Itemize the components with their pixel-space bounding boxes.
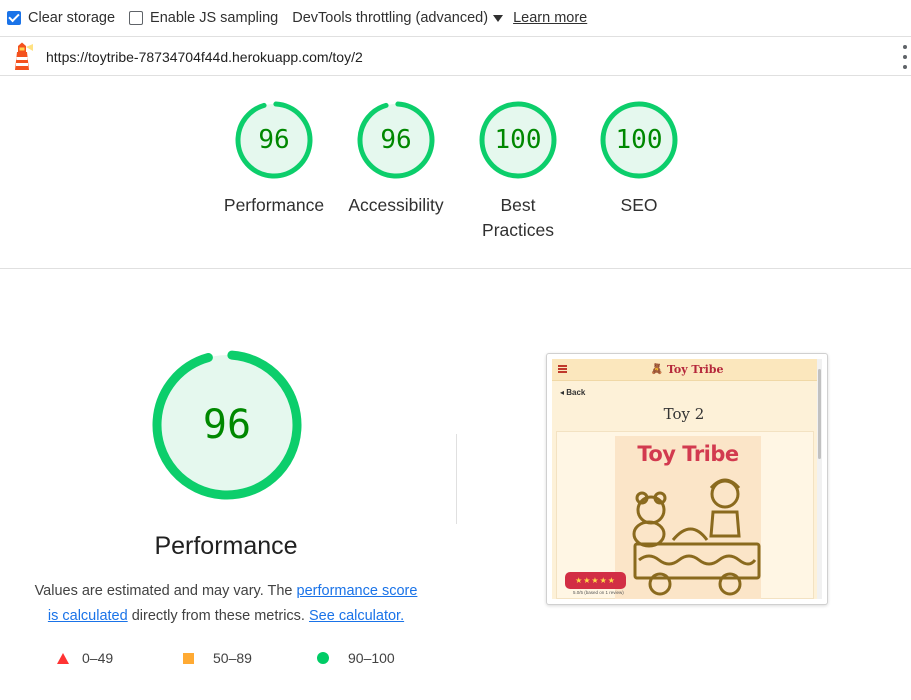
score-legend: 0–49 50–89 90–100 <box>0 650 460 672</box>
gauge-score: 96 <box>258 125 290 155</box>
more-vert-icon[interactable] <box>902 45 908 69</box>
gauge-best-practices[interactable]: 100 Best Practices <box>458 100 578 243</box>
gauge-score: 100 <box>615 125 663 155</box>
performance-title: Performance <box>154 532 298 560</box>
dropdown-caret-icon[interactable] <box>493 14 504 22</box>
back-link: ◂ Back <box>560 388 586 397</box>
checkbox-unchecked-icon[interactable] <box>129 11 144 25</box>
preview-scrollbar <box>817 359 822 599</box>
desc-text: Values are estimated and may vary. The <box>34 583 297 599</box>
js-sampling-checkbox[interactable]: Enable JS sampling <box>129 10 278 26</box>
gauge-score: 96 <box>380 125 412 155</box>
gauge-accessibility[interactable]: 96 Accessibility <box>336 100 456 218</box>
legend-average: 50–89 <box>183 650 252 666</box>
legend-label: 50–89 <box>213 650 252 666</box>
back-label: Back <box>566 388 586 397</box>
rating-stars-badge: ★★★★★ <box>565 572 626 589</box>
toy-logo-icon: 🧸 <box>650 364 663 375</box>
toy-title: Toy 2 <box>663 405 705 423</box>
clear-storage-label[interactable]: Clear storage <box>28 10 115 26</box>
toy-card: Toy Tribe ★★★★★ 5.0/5 (based on 1 review… <box>556 431 814 599</box>
see-calculator-link[interactable]: See calculator. <box>309 608 404 624</box>
hamburger-menu-icon <box>558 365 567 373</box>
legend-fail: 0–49 <box>57 650 113 666</box>
legend-pass: 90–100 <box>317 650 395 666</box>
toy-wagon-illustration <box>632 478 761 596</box>
gauge-label-line1: Best <box>500 195 536 215</box>
green-circle-icon <box>317 652 329 664</box>
gauge-score: 100 <box>494 125 542 155</box>
gauge-label: SEO <box>620 195 658 215</box>
legend-label: 90–100 <box>348 650 395 666</box>
toy-image: Toy Tribe <box>615 436 761 599</box>
js-sampling-label[interactable]: Enable JS sampling <box>150 10 278 26</box>
gauge-seo[interactable]: 100 SEO <box>579 100 699 218</box>
report-url-bar: https://toytribe-78734704f44d.herokuapp.… <box>0 38 911 76</box>
performance-score-large: 96 <box>202 402 252 448</box>
throttling-dropdown[interactable]: DevTools throttling (advanced) <box>292 10 504 26</box>
vertical-divider <box>456 434 457 524</box>
learn-more-link[interactable]: Learn more <box>513 10 587 26</box>
performance-description: Values are estimated and may vary. The p… <box>20 579 432 629</box>
gauge-performance[interactable]: 96 Performance <box>214 100 334 218</box>
report-url: https://toytribe-78734704f44d.herokuapp.… <box>46 48 363 65</box>
gauge-label: Accessibility <box>348 195 444 215</box>
clear-storage-checkbox[interactable]: Clear storage <box>7 10 115 26</box>
final-screenshot-preview[interactable]: 🧸 Toy Tribe ◂ Back Toy 2 Toy Tribe ★★★★★… <box>546 353 828 605</box>
gauge-label: Performance <box>223 195 325 215</box>
review-count: 5.0/5 (based on 1 review) <box>573 590 624 595</box>
lighthouse-icon <box>15 42 33 70</box>
checkbox-checked-icon[interactable] <box>7 11 21 25</box>
throttling-label[interactable]: DevTools throttling (advanced) <box>292 10 488 26</box>
is-calculated-link[interactable]: is calculated <box>48 608 128 624</box>
orange-square-icon <box>183 652 194 664</box>
red-triangle-icon <box>57 652 69 664</box>
gauge-label: Best Practices <box>458 193 578 243</box>
site-brand: Toy Tribe <box>666 363 724 376</box>
performance-score-link[interactable]: performance score <box>297 583 418 599</box>
desc-text-2: directly from these metrics. <box>127 608 309 624</box>
legend-label: 0–49 <box>82 650 114 666</box>
site-header: 🧸 Toy Tribe <box>552 359 822 381</box>
section-divider <box>0 268 911 269</box>
page-screenshot: 🧸 Toy Tribe ◂ Back Toy 2 Toy Tribe ★★★★★… <box>552 359 822 599</box>
performance-gauge-large: 96 <box>151 349 303 501</box>
lighthouse-toolbar: Clear storage Enable JS sampling DevTool… <box>0 0 911 37</box>
gauge-label-line2: Practices <box>482 220 554 240</box>
score-gauges: 96 Performance 96 Accessibility 100 Best… <box>0 100 911 245</box>
